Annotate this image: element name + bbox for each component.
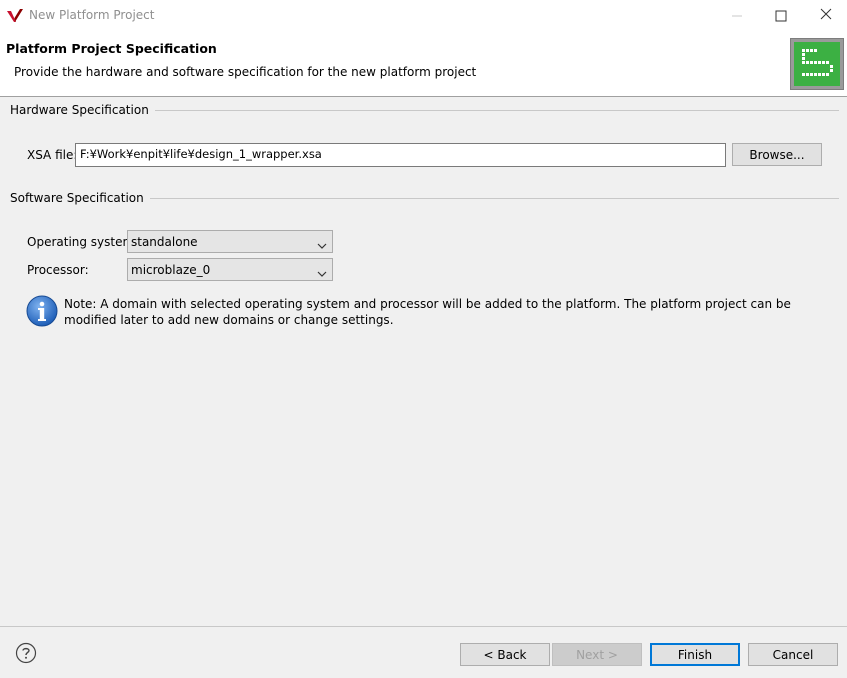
browse-button[interactable]: Browse... xyxy=(732,143,822,166)
software-section-title: Software Specification xyxy=(10,191,150,205)
cancel-button[interactable]: Cancel xyxy=(748,643,838,666)
window-title: New Platform Project xyxy=(29,8,155,22)
minimize-button[interactable] xyxy=(714,0,760,31)
finish-button[interactable]: Finish xyxy=(650,643,740,666)
chevron-down-icon xyxy=(317,238,327,252)
vitis-logo-icon xyxy=(7,8,24,23)
processor-label: Processor: xyxy=(27,263,89,277)
wizard-header: Platform Project Specification Provide t… xyxy=(0,31,847,97)
help-icon[interactable] xyxy=(15,642,37,664)
title-bar: New Platform Project xyxy=(0,0,847,31)
chevron-down-icon xyxy=(317,266,327,280)
processor-select[interactable]: microblaze_0 xyxy=(127,258,333,281)
back-button[interactable]: < Back xyxy=(460,643,550,666)
xsa-file-label: XSA file: xyxy=(27,148,78,162)
os-select[interactable]: standalone xyxy=(127,230,333,253)
close-icon xyxy=(820,8,832,23)
xsa-file-input[interactable]: F:¥Work¥enpit¥life¥design_1_wrapper.xsa xyxy=(75,143,726,167)
maximize-button[interactable] xyxy=(758,0,804,31)
os-select-value: standalone xyxy=(131,234,198,249)
hardware-section-title: Hardware Specification xyxy=(10,103,155,117)
page-description: Provide the hardware and software specif… xyxy=(14,65,477,79)
footer-divider xyxy=(0,626,847,627)
close-button[interactable] xyxy=(803,0,847,31)
info-icon xyxy=(26,295,58,327)
processor-select-value: microblaze_0 xyxy=(131,262,211,277)
os-label: Operating system: xyxy=(27,235,139,249)
domain-note: Note: A domain with selected operating s… xyxy=(64,297,791,327)
next-button[interactable]: Next > xyxy=(552,643,642,666)
page-title: Platform Project Specification xyxy=(6,41,217,56)
platform-wizard-icon xyxy=(790,38,844,90)
